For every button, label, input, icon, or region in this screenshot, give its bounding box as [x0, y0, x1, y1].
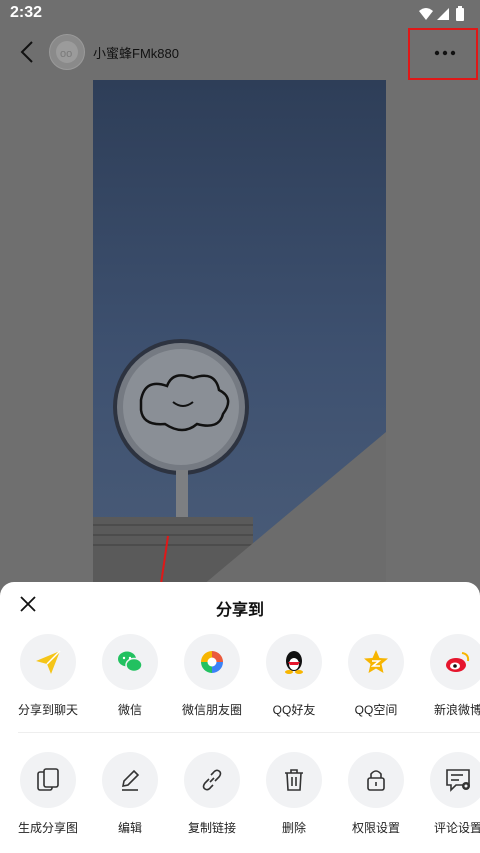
share-to-chat[interactable]: 分享到聊天 — [7, 634, 89, 718]
share-image-icon — [37, 768, 59, 791]
share-label: QQ好友 — [272, 703, 316, 717]
actions-row: 生成分享图 编辑 复制链接 删除 权限设置 评论设置 — [0, 752, 480, 842]
action-label: 生成分享图 — [17, 821, 78, 835]
qzone-star-icon — [364, 650, 388, 673]
copy-link-button[interactable]: 复制链接 — [171, 752, 253, 836]
edit-button[interactable]: 编辑 — [89, 752, 171, 836]
delete-button[interactable]: 删除 — [253, 752, 335, 836]
action-label: 复制链接 — [187, 821, 236, 835]
comment-settings-icon — [446, 769, 470, 792]
action-label: 权限设置 — [351, 821, 400, 835]
chevron-left-icon — [20, 41, 33, 63]
share-label: 微信 — [117, 703, 142, 717]
sheet-title: 分享到 — [215, 602, 264, 619]
more-options-button[interactable] — [408, 28, 478, 80]
status-bar: 2:32 — [0, 0, 480, 28]
more-dots-icon — [434, 50, 456, 56]
weibo-icon — [446, 652, 470, 672]
paper-plane-icon — [36, 650, 61, 674]
pencil-icon — [121, 769, 140, 791]
lock-icon — [367, 770, 385, 791]
trash-icon — [285, 769, 303, 791]
status-icons — [418, 6, 468, 27]
wifi-icon — [419, 8, 433, 20]
share-weibo[interactable]: 新浪微博 — [417, 634, 480, 718]
share-wechat[interactable]: 微信 — [89, 634, 171, 718]
action-label: 删除 — [281, 821, 306, 835]
share-moments[interactable]: 微信朋友圈 — [171, 634, 253, 718]
moments-icon — [201, 651, 223, 673]
action-label: 评论设置 — [433, 821, 480, 835]
link-icon — [202, 769, 222, 791]
generate-share-image-button[interactable]: 生成分享图 — [7, 752, 89, 836]
battery-icon — [456, 6, 464, 21]
permission-settings-button[interactable]: 权限设置 — [335, 752, 417, 836]
divider — [18, 732, 480, 733]
share-label: 新浪微博 — [433, 703, 480, 717]
signal-icon — [437, 8, 449, 20]
top-bar: oo 小蜜蜂FMk880 — [0, 28, 480, 80]
status-time: 2:32 — [10, 4, 43, 21]
share-sheet: 分享到 分享到聊天 微信 微信朋友圈 QQ好友 QQ空间 新浪微博 生成分享图 … — [0, 582, 480, 853]
share-label: 微信朋友圈 — [181, 703, 242, 717]
share-targets-row: 分享到聊天 微信 微信朋友圈 QQ好友 QQ空间 新浪微博 — [0, 634, 480, 724]
qq-penguin-icon — [285, 651, 303, 674]
share-qq[interactable]: QQ好友 — [253, 634, 335, 718]
back-button[interactable] — [18, 40, 38, 69]
share-label: 分享到聊天 — [17, 703, 78, 717]
avatar[interactable]: oo — [49, 34, 85, 70]
action-label: 编辑 — [117, 821, 142, 835]
comment-settings-button[interactable]: 评论设置 — [417, 752, 480, 836]
share-qzone[interactable]: QQ空间 — [335, 634, 417, 718]
svg-text:oo: oo — [60, 48, 72, 60]
share-label: QQ空间 — [354, 703, 398, 717]
username[interactable]: 小蜜蜂FMk880 — [93, 43, 179, 62]
wechat-icon — [118, 651, 143, 673]
post-photo[interactable] — [93, 80, 386, 585]
